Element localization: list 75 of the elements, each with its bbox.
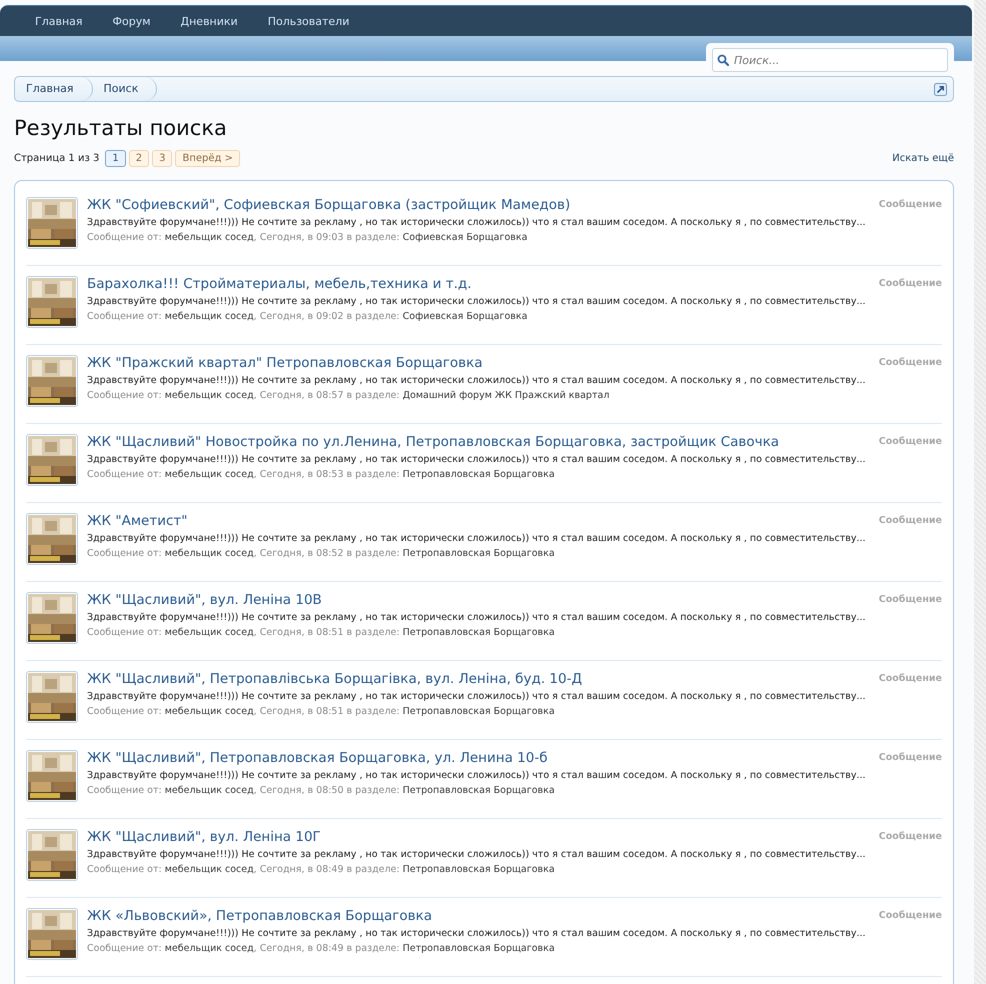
forum-link[interactable]: Домашний форум ЖК Пражский квартал xyxy=(402,390,610,401)
author-link[interactable]: мебельщик сосед xyxy=(164,311,254,322)
result-meta: Сообщение от: мебельщик сосед, Сегодня, в 08:53 в разделе: Петропавловская Борщаговка xyxy=(87,469,556,480)
result-title-link[interactable]: ЖК "Щасливий", вул. Леніна 10В xyxy=(87,592,870,608)
author-link[interactable]: мебельщик сосед xyxy=(164,785,254,796)
result-snippet: Здравствуйте форумчане!!!))) Не сочтите за рекламу , но так исторически сложилось)) что я стал вашим соседом. А поскольку я , по совместительству... xyxy=(87,375,867,386)
result-snippet: Здравствуйте форумчане!!!))) Не сочтите за рекламу , но так исторически сложилось)) что я стал вашим соседом. А поскольку я , по совместительству... xyxy=(87,928,867,939)
author-link[interactable]: мебельщик сосед xyxy=(164,627,254,638)
forum-link[interactable]: Петропавловская Борщаговка xyxy=(402,627,555,638)
forum-link[interactable]: Петропавловская Борщаговка xyxy=(402,864,555,875)
search-more-link[interactable]: Искать ещё xyxy=(892,153,954,164)
next-page-link[interactable]: Вперёд > xyxy=(175,150,240,167)
forum-link[interactable]: Софиевская Борщаговка xyxy=(402,311,528,322)
result-title-link[interactable]: ЖК "Щасливий", Петропавловская Борщаговка, ул. Ленина 10-б xyxy=(87,750,870,766)
nav-link[interactable]: Дневники xyxy=(166,14,253,28)
page-link[interactable]: 2 xyxy=(128,150,150,167)
content-type-label: Сообщение xyxy=(878,435,942,449)
content-type-label: Сообщение xyxy=(878,356,942,370)
result-meta: Сообщение от: мебельщик сосед, Сегодня, в 08:51 в разделе: Петропавловская Борщаговка xyxy=(87,627,556,638)
result-title-link[interactable]: ЖК "Щасливий", Петропавлівська Борщагівка, вул. Леніна, буд. 10-Д xyxy=(87,671,870,687)
result-snippet: Здравствуйте форумчане!!!))) Не сочтите за рекламу , но так исторически сложилось)) что я стал вашим соседом. А поскольку я , по совместительству... xyxy=(87,770,867,781)
content-type-label: Сообщение xyxy=(878,593,942,607)
breadcrumb-link[interactable]: Главная xyxy=(15,77,93,101)
nav-link[interactable]: Главная xyxy=(20,14,98,28)
result-title-link[interactable]: ЖК "Софиевский", Софиевская Борщаговка (застройщик Мамедов) xyxy=(87,197,870,213)
author-link[interactable]: мебельщик сосед xyxy=(164,469,254,480)
content-type-label: Сообщение xyxy=(878,909,942,923)
result-snippet: Здравствуйте форумчане!!!))) Не сочтите за рекламу , но так исторически сложилось)) что я стал вашим соседом. А поскольку я , по совместительству... xyxy=(87,454,867,465)
content-type-label: Сообщение xyxy=(878,672,942,686)
result-meta: Сообщение от: мебельщик сосед, Сегодня, в 08:57 в разделе: Домашний форум ЖК Пражский квартал xyxy=(87,390,610,401)
author-link[interactable]: мебельщик сосед xyxy=(164,548,254,559)
result-meta: Сообщение от: мебельщик сосед, Сегодня, в 09:02 в разделе: Софиевская Борщаговка xyxy=(87,311,528,322)
author-link[interactable]: мебельщик сосед xyxy=(164,232,254,243)
result-meta: Сообщение от: мебельщик сосед, Сегодня, в 08:49 в разделе: Петропавловская Борщаговка xyxy=(87,943,556,954)
result-meta: Сообщение от: мебельщик сосед, Сегодня, в 08:51 в разделе: Петропавловская Борщаговка xyxy=(87,706,556,717)
author-link[interactable]: мебельщик сосед xyxy=(164,864,254,875)
content-type-label: Сообщение xyxy=(878,751,942,765)
result-meta: Сообщение от: мебельщик сосед, Сегодня, в 08:50 в разделе: Петропавловская Борщаговка xyxy=(87,785,556,796)
result-snippet: Здравствуйте форумчане!!!))) Не сочтите за рекламу , но так исторически сложилось)) что я стал вашим соседом. А поскольку я , по совместительству... xyxy=(87,533,867,544)
content-type-label: Сообщение xyxy=(878,830,942,844)
result-meta: Сообщение от: мебельщик сосед, Сегодня, в 08:49 в разделе: Петропавловская Борщаговка xyxy=(87,864,556,875)
author-link[interactable]: мебельщик сосед xyxy=(164,943,254,954)
page-link[interactable]: 1 xyxy=(105,150,126,167)
nav-link[interactable]: Форум xyxy=(98,14,166,28)
forum-link[interactable]: Петропавловская Борщаговка xyxy=(402,943,555,954)
author-link[interactable]: мебельщик сосед xyxy=(164,706,254,717)
result-title-link[interactable]: ЖК "Щасливий", вул. Леніна 10Г xyxy=(87,829,870,845)
forum-link[interactable]: Петропавловская Борщаговка xyxy=(402,469,555,480)
nav-link[interactable]: Пользователи xyxy=(252,14,364,28)
forum-link[interactable]: Петропавловская Борщаговка xyxy=(402,785,555,796)
page-title: Результаты поиска xyxy=(14,116,228,140)
result-snippet: Здравствуйте форумчане!!!))) Не сочтите за рекламу , но так исторически сложилось)) что я стал вашим соседом. А поскольку я , по совместительству... xyxy=(87,691,867,702)
result-snippet: Здравствуйте форумчане!!!))) Не сочтите за рекламу , но так исторически сложилось)) что я стал вашим соседом. А поскольку я , по совместительству... xyxy=(87,296,867,307)
forum-link[interactable]: Петропавловская Борщаговка xyxy=(402,706,555,717)
result-snippet: Здравствуйте форумчане!!!))) Не сочтите за рекламу , но так исторически сложилось)) что я стал вашим соседом. А поскольку я , по совместительству... xyxy=(87,849,867,860)
search-field[interactable]: Поиск... xyxy=(706,43,954,73)
result-meta: Сообщение от: мебельщик сосед, Сегодня, в 08:52 в разделе: Петропавловская Борщаговка xyxy=(87,548,556,559)
result-title-link[interactable]: ЖК "Щасливий" Новостройка по ул.Ленина, Петропавловская Борщаговка, застройщик Савочка xyxy=(87,434,870,450)
result-title-link[interactable]: ЖК "Аметист" xyxy=(87,513,870,529)
result-title-link[interactable]: Барахолка!!! Стройматериалы, мебель,техника и т.д. xyxy=(87,276,870,292)
result-snippet: Здравствуйте форумчане!!!))) Не сочтите за рекламу , но так исторически сложилось)) что я стал вашим соседом. А поскольку я , по совместительству... xyxy=(87,612,867,623)
external-link-icon[interactable] xyxy=(934,82,947,96)
result-title-link[interactable]: ЖК "Пражский квартал" Петропавловская Борщаговка xyxy=(87,355,870,371)
content-type-label: Сообщение xyxy=(878,277,942,291)
result-meta: Сообщение от: мебельщик сосед, Сегодня, в 09:03 в разделе: Софиевская Борщаговка xyxy=(87,232,528,243)
page-link[interactable]: 3 xyxy=(152,150,172,167)
forum-link[interactable]: Петропавловская Борщаговка xyxy=(402,548,555,559)
page-count: Страница 1 из 3 xyxy=(14,153,100,164)
result-title-link[interactable]: ЖК «Львовский», Петропавловская Борщаговка xyxy=(87,908,870,924)
author-link[interactable]: мебельщик сосед xyxy=(164,390,254,401)
breadcrumb-link[interactable]: Поиск xyxy=(92,77,158,101)
content-type-label: Сообщение xyxy=(878,198,942,212)
result-snippet: Здравствуйте форумчане!!!))) Не сочтите за рекламу , но так исторически сложилось)) что я стал вашим соседом. А поскольку я , по совместительству... xyxy=(87,217,867,228)
content-type-label: Сообщение xyxy=(878,514,942,528)
forum-link[interactable]: Софиевская Борщаговка xyxy=(402,232,528,243)
